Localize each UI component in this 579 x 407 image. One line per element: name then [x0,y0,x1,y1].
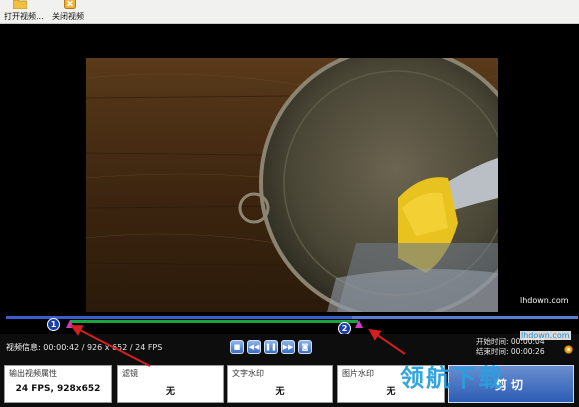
close-video-icon [64,0,76,9]
selection-range[interactable] [70,320,358,323]
close-video-button[interactable]: 关闭视频 [52,0,90,24]
gear-icon[interactable] [563,344,574,355]
video-preview[interactable]: lhdown.com [0,24,579,316]
stop-button[interactable]: ■ [230,340,244,354]
timeline-track-remaining [352,316,578,319]
annotation-badge-1: 1 [47,318,60,331]
timeline[interactable] [0,312,579,334]
filter-value: 无 [165,387,175,397]
snapshot-button[interactable]: ◙ [298,340,312,354]
video-frame [86,58,498,316]
forward-icon: ▶▶ [282,342,294,351]
text-watermark-value: 无 [275,387,285,397]
playback-controls: ■ ◀◀ ❚❚ ▶▶ ◙ [230,340,312,354]
folder-icon [13,0,27,9]
watermark-url: lhdown.com [520,331,571,340]
filter-title: 滤镜 [122,369,138,378]
close-video-label: 关闭视频 [52,12,84,21]
watermark-brand: 领航下载 [400,364,504,392]
output-properties-title: 输出视频属性 [9,369,57,378]
rewind-button[interactable]: ◀◀ [247,340,261,354]
image-watermark-title: 图片水印 [342,369,374,378]
forward-button[interactable]: ▶▶ [281,340,295,354]
video-info-value: 00:00:42 / 926 x 652 / 24 FPS [43,343,163,352]
camera-icon: ◙ [301,342,309,351]
output-properties-value: 24 FPS, 928x652 [15,384,101,394]
end-marker[interactable] [355,320,363,328]
time-range: 开始时间: 00:00:04 结束时间: 00:00:26 [476,337,545,357]
start-marker[interactable] [66,320,74,328]
text-watermark-title: 文字水印 [232,369,264,378]
text-watermark-box[interactable]: 文字水印 无 [227,365,333,403]
output-properties-box[interactable]: 输出视频属性 24 FPS, 928x652 [4,365,112,403]
rewind-icon: ◀◀ [248,342,260,351]
video-info: 视频信息: 00:00:42 / 926 x 652 / 24 FPS [6,342,162,353]
end-time: 结束时间: 00:00:26 [476,347,545,356]
open-video-button[interactable]: 打开视频... [4,0,44,24]
watermark-url-top: lhdown.com [520,296,569,305]
open-video-label: 打开视频... [4,12,44,21]
toolbar: 打开视频... 关闭视频 [0,0,579,24]
stop-icon: ■ [233,342,241,351]
video-info-label: 视频信息: [6,343,41,352]
pause-icon: ❚❚ [265,342,277,351]
filter-box[interactable]: 滤镜 无 [117,365,224,403]
pause-button[interactable]: ❚❚ [264,340,278,354]
